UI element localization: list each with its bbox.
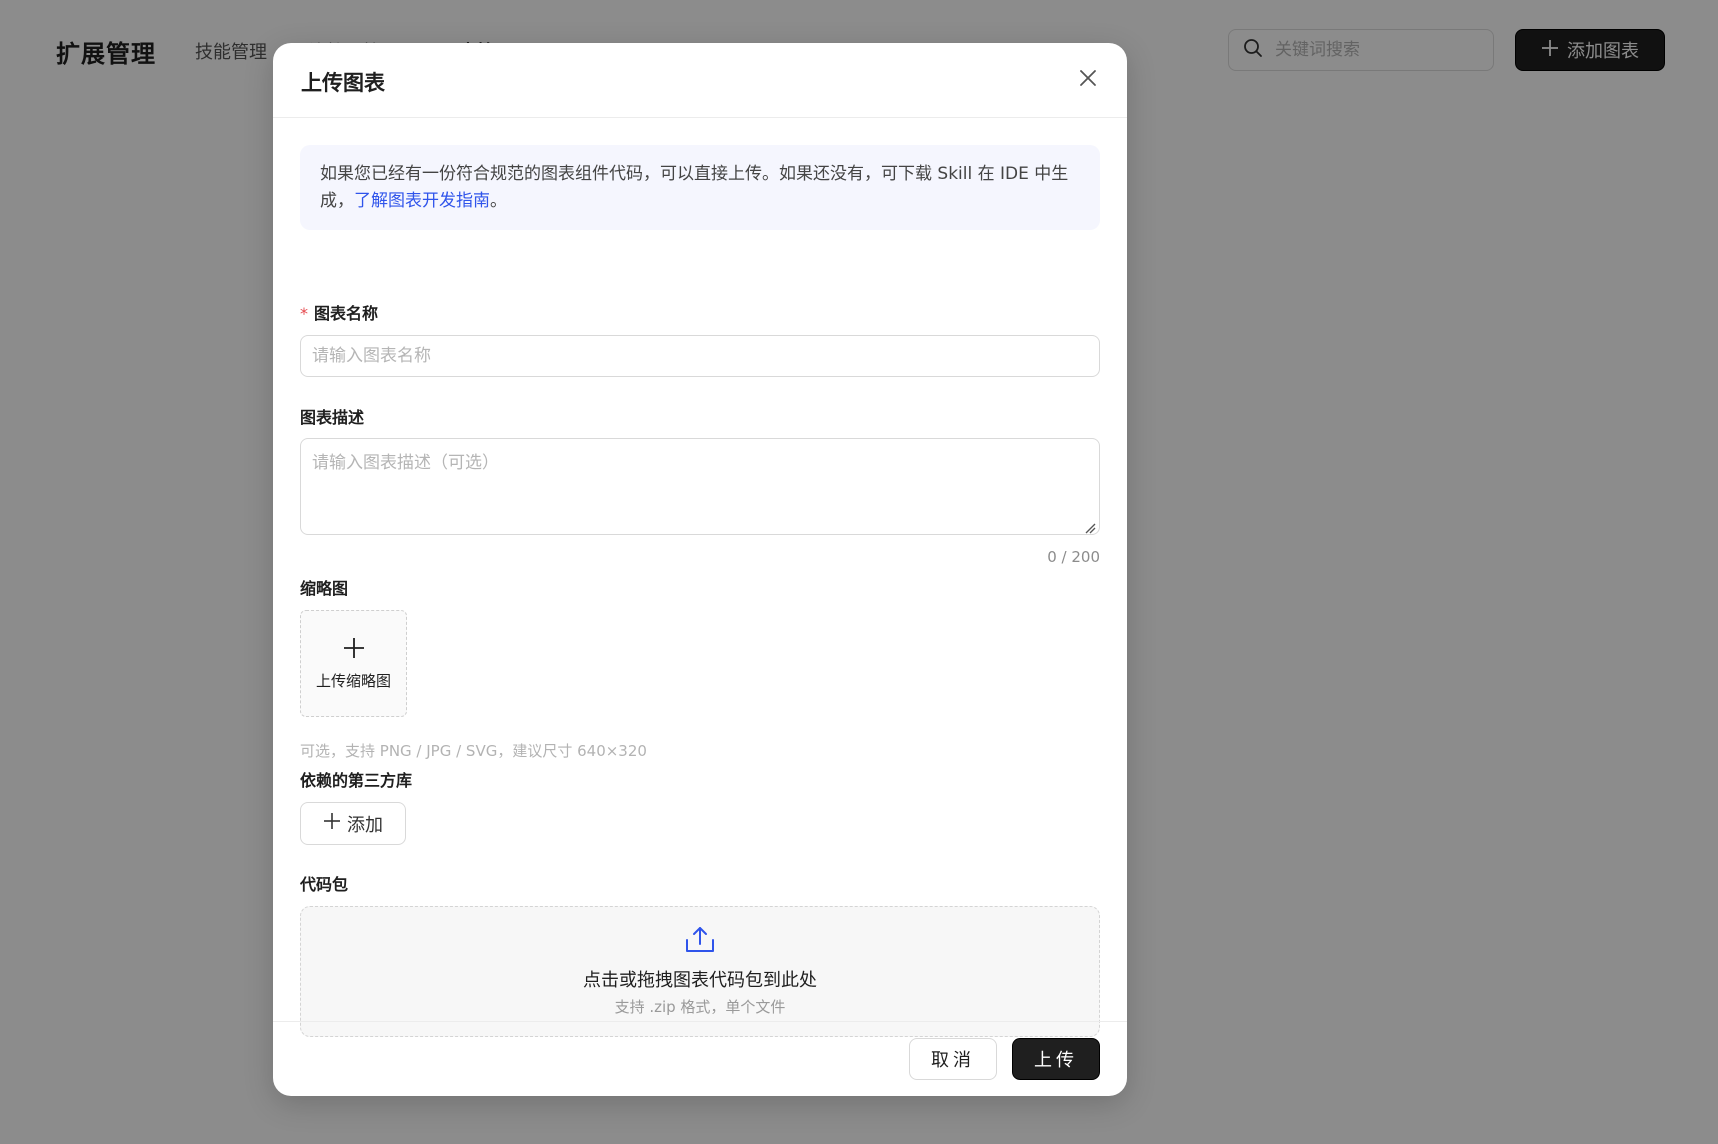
upload-chart-modal: 上传图表 如果您已经有一份符合规范的图表组件代码，可以直接上传。如果还没有，可下… [273,43,1127,1096]
chart-desc-textarea[interactable] [300,438,1100,535]
info-banner: 如果您已经有一份符合规范的图表组件代码，可以直接上传。如果还没有，可下载 Ski… [300,145,1100,230]
code-package-label: 代码包 [300,875,349,894]
add-dependency-label: 添加 [347,814,383,836]
thumbnail-upload-button[interactable]: 上传缩略图 [300,610,407,717]
close-button[interactable] [1073,65,1103,95]
add-dependency-button[interactable]: 添加 [300,802,406,845]
chart-desc-label: 图表描述 [300,408,365,427]
chart-name-label-text: 图表名称 [314,304,379,323]
dev-guide-link[interactable]: 了解图表开发指南 [354,191,490,211]
info-tail: 。 [490,191,507,211]
plus-icon [342,636,366,664]
thumbnail-hint: 可选，支持 PNG / JPG / SVG，建议尺寸 640×320 [300,742,647,760]
modal-body: 如果您已经有一份符合规范的图表组件代码，可以直接上传。如果还没有，可下载 Ski… [300,145,1100,1037]
chart-name-input[interactable] [300,335,1100,377]
upload-icon [684,926,716,958]
code-package-dropzone[interactable]: 点击或拖拽图表代码包到此处 支持 .zip 格式，单个文件 [300,906,1100,1037]
modal-title: 上传图表 [301,71,385,95]
resize-handle-icon[interactable] [1084,519,1096,538]
chart-name-label: * 图表名称 [300,300,378,324]
cancel-button[interactable]: 取消 [909,1038,997,1080]
plus-icon [323,812,341,835]
dependencies-label: 依赖的第三方库 [300,771,413,790]
dropzone-subtitle: 支持 .zip 格式，单个文件 [614,998,786,1016]
modal-footer: 取消 上传 [273,1021,1127,1096]
required-mark: * [300,304,308,323]
close-icon [1078,68,1098,92]
thumbnail-label: 缩略图 [300,579,349,598]
desc-char-counter: 0 / 200 [1047,548,1100,566]
modal-header: 上传图表 [273,43,1127,118]
thumbnail-upload-label: 上传缩略图 [315,672,391,690]
upload-button[interactable]: 上传 [1012,1038,1100,1080]
dropzone-title: 点击或拖拽图表代码包到此处 [583,970,817,991]
